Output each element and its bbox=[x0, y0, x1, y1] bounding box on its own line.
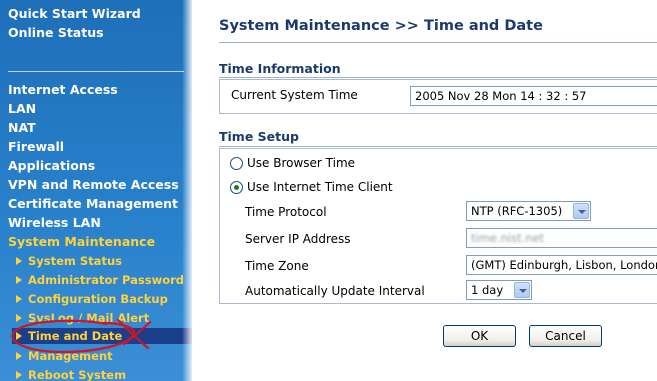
current-time-field: 2005 Nov 28 Mon 14 : 32 : 57 bbox=[410, 86, 657, 106]
sidebar-item-internet-access[interactable]: Internet Access bbox=[8, 82, 118, 97]
sidebar-subitem-time-and-date[interactable]: Time and Date bbox=[12, 328, 192, 344]
triangle-right-icon bbox=[16, 257, 22, 265]
sidebar-subitem-configuration-backup[interactable]: Configuration Backup bbox=[16, 292, 168, 306]
update-interval-label: Automatically Update Interval bbox=[245, 284, 425, 298]
time-information-rule bbox=[219, 77, 657, 78]
sidebar-item-firewall[interactable]: Firewall bbox=[8, 139, 64, 154]
time-protocol-select[interactable]: NTP (RFC-1305) bbox=[466, 201, 591, 221]
sidebar-item-quick-start-wizard[interactable]: Quick Start Wizard bbox=[8, 6, 141, 21]
time-setup-rule bbox=[219, 146, 657, 147]
sidebar-item-certificate-management[interactable]: Certificate Management bbox=[8, 196, 178, 211]
time-zone-value: (GMT) Edinburgh, Lisbon, London bbox=[471, 258, 657, 272]
sidebar: Quick Start Wizard Online Status Interne… bbox=[0, 0, 192, 381]
page-title: System Maintenance >> Time and Date bbox=[219, 18, 543, 34]
chevron-down-icon bbox=[514, 282, 530, 298]
time-protocol-value: NTP (RFC-1305) bbox=[471, 204, 563, 218]
sidebar-subitem-administrator-password[interactable]: Administrator Password bbox=[16, 273, 184, 287]
time-information-heading: Time Information bbox=[219, 61, 341, 76]
radio-browser-time[interactable] bbox=[230, 157, 243, 170]
triangle-right-icon bbox=[16, 352, 22, 360]
time-protocol-label: Time Protocol bbox=[245, 205, 327, 219]
sidebar-subitem-system-status[interactable]: System Status bbox=[16, 254, 122, 268]
cancel-button[interactable]: Cancel bbox=[529, 325, 602, 347]
current-time-label: Current System Time bbox=[231, 88, 358, 102]
time-setup-heading: Time Setup bbox=[219, 129, 299, 144]
time-zone-select[interactable]: (GMT) Edinburgh, Lisbon, London bbox=[466, 255, 657, 275]
server-ip-field[interactable]: time.nist.net bbox=[466, 228, 657, 248]
radio-internet-time[interactable] bbox=[230, 181, 243, 194]
time-setup-panel: Use Browser Time Use Internet Time Clien… bbox=[219, 148, 657, 304]
sidebar-item-nat[interactable]: NAT bbox=[8, 120, 36, 135]
time-information-panel: Current System Time 2005 Nov 28 Mon 14 :… bbox=[219, 79, 657, 114]
sidebar-item-online-status[interactable]: Online Status bbox=[8, 25, 104, 40]
update-interval-value: 1 day bbox=[471, 283, 504, 297]
ok-button[interactable]: OK bbox=[443, 325, 516, 347]
sidebar-subitem-reboot-system[interactable]: Reboot System bbox=[16, 368, 126, 381]
triangle-right-icon bbox=[16, 332, 22, 340]
sidebar-item-applications[interactable]: Applications bbox=[8, 158, 95, 173]
sidebar-item-lan[interactable]: LAN bbox=[8, 101, 36, 116]
triangle-right-icon bbox=[16, 295, 22, 303]
sidebar-divider bbox=[8, 71, 184, 72]
sidebar-item-wireless-lan[interactable]: Wireless LAN bbox=[8, 215, 101, 230]
sidebar-item-vpn[interactable]: VPN and Remote Access bbox=[8, 177, 179, 192]
sidebar-subitem-syslog-mail-alert[interactable]: SysLog / Mail Alert bbox=[16, 311, 149, 325]
title-divider bbox=[219, 42, 657, 43]
triangle-right-icon bbox=[16, 314, 22, 322]
server-ip-value: time.nist.net bbox=[471, 231, 545, 245]
sidebar-item-system-maintenance[interactable]: System Maintenance bbox=[8, 234, 155, 249]
time-zone-label: Time Zone bbox=[245, 259, 309, 273]
chevron-down-icon bbox=[573, 203, 589, 219]
sidebar-subitem-management[interactable]: Management bbox=[16, 349, 113, 363]
sidebar-edge-fade bbox=[182, 0, 192, 381]
internet-time-label: Use Internet Time Client bbox=[247, 180, 393, 194]
server-ip-label: Server IP Address bbox=[245, 232, 351, 246]
triangle-right-icon bbox=[16, 276, 22, 284]
update-interval-select[interactable]: 1 day bbox=[466, 280, 532, 300]
triangle-right-icon bbox=[16, 371, 22, 379]
browser-time-label: Use Browser Time bbox=[247, 156, 356, 170]
